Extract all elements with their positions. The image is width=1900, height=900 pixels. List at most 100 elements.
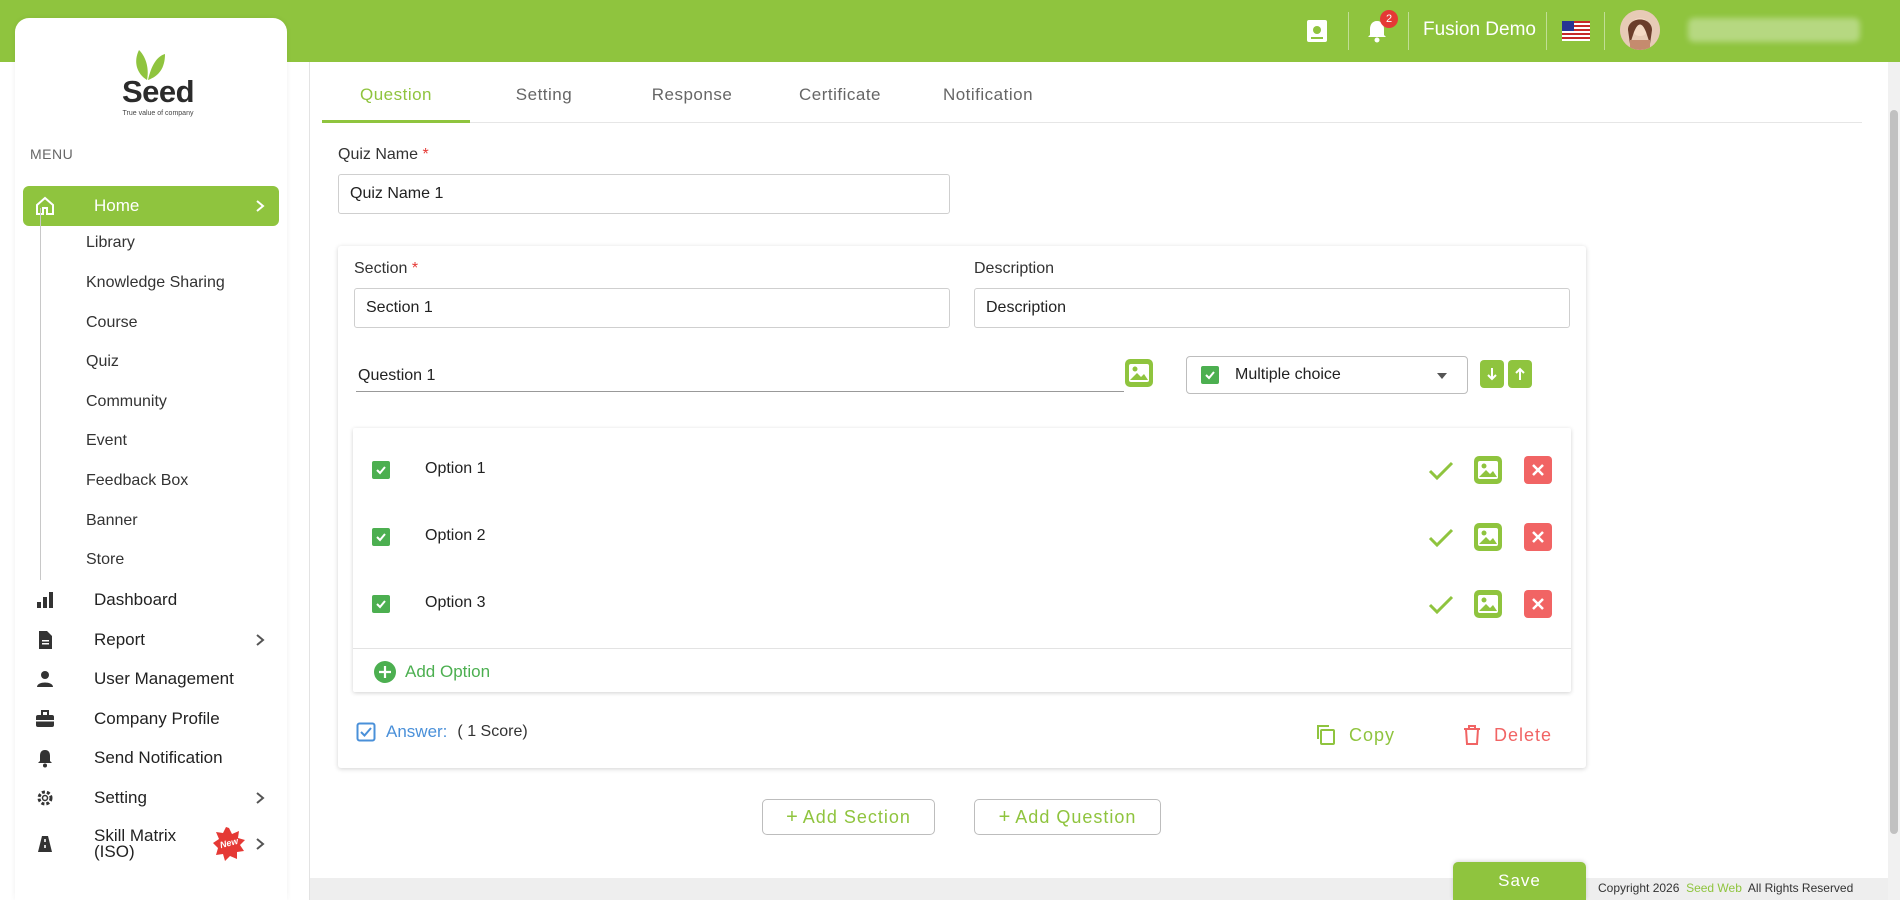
seed-logo[interactable]: Seed True value of company (113, 44, 203, 117)
tab-response[interactable]: Response (618, 78, 766, 123)
divider (1408, 12, 1409, 50)
delete-button[interactable]: Delete (1462, 724, 1552, 746)
option-text[interactable]: Option 1 (425, 460, 485, 478)
sidebar-item-company-profile[interactable]: Company Profile (23, 701, 279, 737)
add-option-button[interactable]: Add Option (373, 660, 490, 684)
chevron-right-icon (256, 792, 265, 804)
option-row: Option 1 (353, 450, 1571, 490)
question-input[interactable]: Question 1 (356, 360, 1124, 392)
sidebar-item-community[interactable]: Community (86, 393, 167, 411)
briefcase-icon (33, 707, 57, 731)
sidebar-item-course[interactable]: Course (86, 314, 138, 332)
sidebar-item-user-management[interactable]: User Management (23, 661, 279, 697)
answer-checkbox-icon[interactable] (356, 722, 376, 742)
section-input[interactable]: Section 1 (354, 288, 950, 328)
move-down-button[interactable] (1480, 360, 1504, 388)
sidebar-item-dashboard[interactable]: Dashboard (23, 582, 279, 618)
required-mark: * (422, 146, 429, 163)
tab-notification[interactable]: Notification (914, 78, 1062, 123)
skill-matrix-line2: (ISO) (94, 842, 135, 861)
us-flag-icon[interactable] (1562, 16, 1590, 46)
road-icon (33, 832, 57, 856)
mark-correct-icon[interactable] (1428, 460, 1454, 482)
save-button[interactable]: Save (1453, 862, 1586, 900)
option-row: Option 3 (353, 584, 1571, 624)
quiz-name-input[interactable]: Quiz Name 1 (338, 174, 950, 214)
sidebar-item-knowledge-sharing[interactable]: Knowledge Sharing (86, 274, 225, 292)
gear-icon (33, 786, 57, 810)
home-icon (33, 194, 57, 218)
sidebar-item-send-notification[interactable]: Send Notification (23, 740, 279, 776)
sidebar-item-label: Home (94, 196, 140, 215)
image-icon[interactable] (1473, 589, 1503, 619)
answer-link[interactable]: Answer: (386, 722, 447, 742)
option-text[interactable]: Option 2 (425, 527, 485, 545)
close-icon (1532, 464, 1544, 476)
mark-correct-icon[interactable] (1428, 594, 1454, 616)
option-checkbox[interactable] (372, 461, 390, 479)
sidebar-item-home[interactable]: Home (23, 186, 279, 226)
user-name[interactable]: Fusion Demo (1423, 19, 1536, 41)
mark-correct-icon[interactable] (1428, 527, 1454, 549)
option-checkbox[interactable] (372, 528, 390, 546)
plus-icon: + (998, 805, 1012, 828)
option-text[interactable]: Option 3 (425, 594, 485, 612)
sidebar-item-store[interactable]: Store (86, 551, 124, 569)
new-badge: New (212, 827, 246, 861)
remove-option-button[interactable] (1524, 590, 1552, 618)
score-text: ( 1 Score) (457, 723, 528, 740)
close-icon (1532, 598, 1544, 610)
bell-ring-icon (33, 746, 57, 770)
copy-button[interactable]: Copy (1315, 724, 1395, 746)
copy-icon (1317, 725, 1335, 745)
description-input[interactable]: Description (974, 288, 1570, 328)
tab-bar: Question Setting Response Certificate No… (322, 78, 1862, 123)
sidebar-item-event[interactable]: Event (86, 432, 127, 450)
chevron-right-icon (256, 634, 265, 646)
tab-certificate[interactable]: Certificate (766, 78, 914, 123)
sidebar-item-quiz[interactable]: Quiz (86, 353, 119, 371)
remove-option-button[interactable] (1524, 523, 1552, 551)
add-section-button[interactable]: + Add Section (762, 799, 935, 835)
sidebar-item-library[interactable]: Library (86, 234, 135, 252)
question-type-value: Multiple choice (1235, 366, 1341, 383)
image-icon[interactable] (1473, 455, 1503, 485)
avatar[interactable] (1620, 10, 1660, 50)
bar-chart-icon (33, 588, 57, 612)
sidebar-item-feedback-box[interactable]: Feedback Box (86, 472, 188, 490)
image-icon[interactable] (1124, 358, 1154, 388)
plus-circle-icon (374, 661, 396, 683)
logo-tagline: True value of company (122, 110, 194, 117)
sidebar-item-report[interactable]: Report (23, 622, 279, 658)
bell-icon[interactable]: 2 (1362, 10, 1398, 46)
option-checkbox[interactable] (372, 595, 390, 613)
sidebar-item-banner[interactable]: Banner (86, 512, 138, 530)
sidebar-item-setting[interactable]: Setting (23, 780, 279, 816)
move-up-button[interactable] (1508, 360, 1532, 388)
quiz-name-label: Quiz Name * (338, 146, 429, 164)
book-icon[interactable] (1302, 16, 1332, 46)
answer-row: Answer: ( 1 Score) (356, 722, 528, 742)
scrollbar[interactable] (1888, 62, 1900, 900)
chevron-right-icon (256, 838, 265, 850)
remove-option-button[interactable] (1524, 456, 1552, 484)
scrollbar-thumb[interactable] (1890, 110, 1898, 834)
copyright-brand-link[interactable]: Seed Web (1686, 881, 1742, 895)
add-section-label: Add Section (802, 806, 911, 827)
required-mark: * (411, 260, 419, 277)
chevron-right-icon (256, 200, 265, 212)
question-type-select[interactable]: Multiple choice (1186, 356, 1468, 394)
tab-question[interactable]: Question (322, 78, 470, 123)
check-icon (376, 600, 386, 609)
check-icon (376, 466, 386, 475)
add-question-button[interactable]: + Add Question (974, 799, 1161, 835)
tab-setting[interactable]: Setting (470, 78, 618, 123)
copyright-rights: All Rights Reserved (1747, 881, 1854, 895)
sidebar-item-label: Report (94, 630, 146, 649)
description-label: Description (974, 260, 1055, 277)
menu-label: MENU (30, 146, 74, 162)
checkbox-icon (1201, 366, 1219, 384)
image-icon[interactable] (1473, 522, 1503, 552)
arrow-down-icon (1487, 368, 1497, 381)
check-icon (376, 533, 386, 542)
